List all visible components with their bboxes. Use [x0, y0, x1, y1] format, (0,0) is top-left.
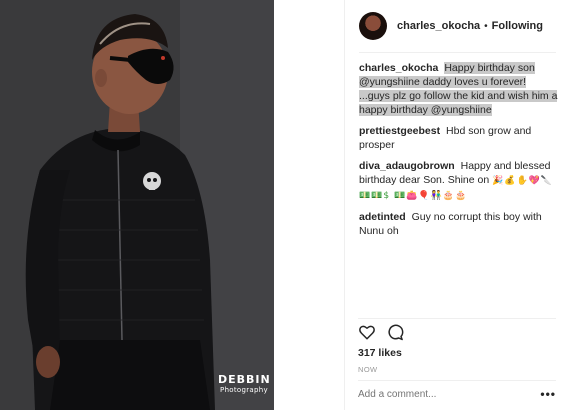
comment-caption: charles_okocha Happy birthday son @yungs…: [359, 61, 558, 117]
photographer-watermark: DEBBIN Photography: [218, 374, 270, 395]
comment-username-link[interactable]: prettiestgeebest: [359, 125, 440, 137]
header-username-link[interactable]: charles_okocha: [397, 20, 480, 32]
avatar[interactable]: [359, 12, 387, 40]
action-icons-row: [358, 321, 556, 343]
heart-icon[interactable]: [358, 323, 376, 341]
comments-list: charles_okocha Happy birthday son @yungs…: [359, 53, 566, 238]
comment-item: prettiestgeebest Hbd son grow and prospe…: [359, 124, 558, 152]
comment-item: diva_adaugobrown Happy and blessed birth…: [359, 159, 558, 203]
watermark-main-text: DEBBIN: [218, 373, 271, 386]
comment-username-link[interactable]: diva_adaugobrown: [359, 160, 455, 172]
post-timestamp: NOW: [358, 365, 378, 374]
instagram-post-view: DEBBIN Photography charles_okocha • Foll…: [0, 0, 570, 410]
following-button[interactable]: Following: [492, 20, 543, 32]
watermark-sub-text: Photography: [220, 386, 268, 394]
post-photo[interactable]: DEBBIN Photography: [0, 0, 274, 410]
add-comment-bar: •••: [358, 380, 556, 405]
comment-username-link[interactable]: adetinted: [359, 211, 406, 223]
more-options-icon[interactable]: •••: [540, 387, 556, 401]
comment-input[interactable]: [358, 388, 518, 400]
header-separator: •: [484, 20, 488, 32]
post-actions: 317 likes NOW: [358, 318, 556, 374]
comment-bubble-icon[interactable]: [386, 323, 404, 341]
comment-username-link[interactable]: charles_okocha: [359, 62, 438, 74]
comment-item: adetinted Guy no corrupt this boy with N…: [359, 210, 558, 238]
photo-illustration: [0, 0, 274, 410]
post-header: charles_okocha • Following: [359, 0, 556, 53]
like-count[interactable]: 317 likes: [358, 347, 556, 359]
